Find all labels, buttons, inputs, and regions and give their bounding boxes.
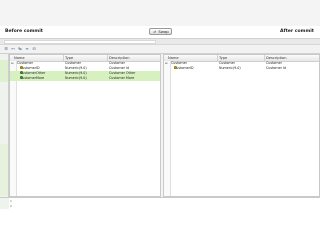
row-type: Numeric(9.0) xyxy=(219,66,241,70)
gutter-marker-overview xyxy=(0,144,8,196)
row-desc: Customer More xyxy=(109,76,135,80)
right-col-type: Type xyxy=(219,56,228,60)
align-left-icon[interactable]: ↤ xyxy=(10,46,16,51)
path-field[interactable] xyxy=(4,40,156,44)
left-col-description: Description xyxy=(109,56,130,60)
diff-toolbar: ☰ ↤ ↹ ≡ ⊟ xyxy=(0,45,320,54)
sidebyside-icon[interactable]: ⊟ xyxy=(31,46,37,51)
align-center-icon[interactable]: ↹ xyxy=(17,46,23,51)
right-diff-column xyxy=(164,61,171,196)
compare-window: Before commit ⇄ Swap After commit ☰ ↤ ↹ … xyxy=(0,0,320,240)
row-type: Numeric(9.0) xyxy=(65,76,87,80)
row-desc: Customer Id xyxy=(266,66,287,70)
left-col-name: Name xyxy=(14,56,25,60)
sort-icon[interactable]: ≡ xyxy=(24,46,30,51)
table-row[interactable]: CustomerID Numeric(9.0) Customer Id xyxy=(164,66,319,71)
swap-icon: ⇄ xyxy=(153,29,157,34)
before-commit-label: Before commit xyxy=(5,29,43,34)
left-gutter xyxy=(0,54,9,197)
table-row[interactable]: CustomerMore Numeric(9.0) Customer More xyxy=(10,76,160,81)
detail-marker-1: 1 xyxy=(10,199,12,203)
compare-header: Before commit ⇄ Swap After commit xyxy=(0,26,320,39)
expand-all-icon[interactable]: ☰ xyxy=(3,46,9,51)
swap-label: Swap xyxy=(158,29,169,34)
left-pane[interactable]: Name Type Description ⊟ Customer Custome… xyxy=(9,54,161,197)
left-col-type: Type xyxy=(65,56,74,60)
detail-marker-2: 2 xyxy=(10,204,12,208)
right-col-name: Name xyxy=(168,56,179,60)
window-footer xyxy=(0,209,320,240)
right-col-description: Description xyxy=(266,56,287,60)
left-diff-column xyxy=(10,61,17,196)
swap-button[interactable]: ⇄ Swap xyxy=(149,28,172,35)
gutter-marker-added xyxy=(0,60,8,82)
after-commit-label: After commit xyxy=(280,29,314,34)
right-pane[interactable]: Name Type Description ⊟ Customer Custome… xyxy=(163,54,320,197)
